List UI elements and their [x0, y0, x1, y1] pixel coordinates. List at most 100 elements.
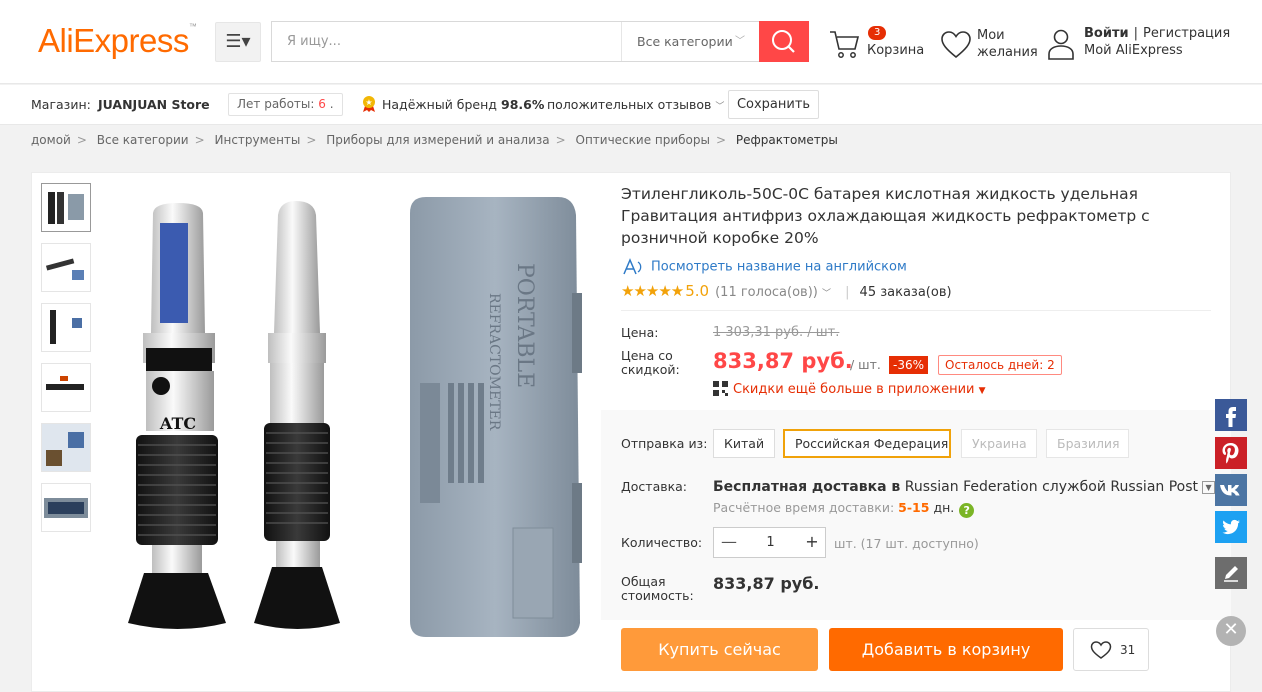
quantity-decrease-button[interactable]: — — [714, 528, 744, 557]
login-link[interactable]: Войти — [1084, 26, 1129, 41]
pinterest-icon — [1222, 443, 1239, 464]
breadcrumb-current[interactable]: Рефрактометры — [736, 133, 838, 147]
rating-row: ★★★★★ 5.0 (11 голоса(ов)) ﹀ | 45 заказа(ов) — [621, 282, 952, 300]
account-area: Войти | Регистрация Мой AliExpress — [1045, 24, 1245, 64]
store-name-link[interactable]: JUANJUAN Store — [98, 97, 210, 112]
my-aliexpress-link[interactable]: Мой AliExpress — [1084, 43, 1183, 58]
product-title: Этиленгликоль-50С-0С батарея кислотная ж… — [621, 185, 1150, 247]
pinterest-share-button[interactable] — [1215, 437, 1247, 469]
main-product-image[interactable]: ATC PORTABLE REFRACTOMETER — [108, 183, 598, 653]
thumbnail[interactable] — [41, 303, 91, 352]
breadcrumb-item[interactable]: Приборы для измерений и анализа — [326, 133, 549, 147]
ship-from-option-china[interactable]: Китай — [713, 429, 776, 458]
wishlist-label-1: Мои — [977, 28, 1005, 43]
translate-icon — [623, 258, 642, 275]
breadcrumb: домой > Все категории > Инструменты > Прибо… — [31, 133, 838, 147]
thumbnail[interactable] — [41, 183, 91, 232]
price-label: Цена: — [621, 325, 659, 340]
cart-label: Корзина — [867, 43, 925, 58]
positive-feedback-label[interactable]: положительных отзывов ﹀ — [547, 97, 724, 112]
price-unit: / шт. — [850, 357, 881, 372]
aliexpress-logo[interactable]: AliExpress™ — [38, 22, 197, 60]
ship-from-option-russia[interactable]: Российская Федерация — [783, 429, 951, 458]
add-to-cart-button[interactable]: Добавить в корзину — [829, 628, 1063, 671]
heart-icon — [941, 31, 971, 59]
case-text-refractometer: REFRACTOMETER — [486, 293, 502, 431]
delivery-time-label: Расчётное время доставки: — [713, 500, 895, 515]
delivery-dropdown-toggle[interactable]: ▼ — [1202, 481, 1216, 494]
ship-from-option-ukraine[interactable]: Украина — [961, 429, 1037, 458]
app-discount-link[interactable]: Скидки ещё больше в приложении ▼ — [713, 381, 986, 397]
thumbnail[interactable] — [41, 243, 91, 292]
twitter-share-button[interactable] — [1215, 511, 1247, 543]
heart-icon — [1090, 641, 1112, 659]
feedback-button[interactable] — [1215, 557, 1247, 589]
register-link[interactable]: Регистрация — [1143, 26, 1230, 41]
quantity-label: Количество: — [621, 535, 703, 550]
breadcrumb-separator: > — [306, 133, 317, 147]
ship-from-label: Отправка из: — [621, 436, 708, 451]
thumbnail[interactable] — [41, 423, 91, 472]
save-store-button[interactable]: Сохранить — [728, 90, 819, 119]
search-input[interactable] — [272, 22, 620, 61]
breadcrumb-item[interactable]: Оптические приборы — [576, 133, 711, 147]
store-years-label: Лет работы: — [237, 97, 315, 111]
store-years-value: 6 — [318, 97, 326, 111]
rating-divider: | — [845, 285, 850, 300]
total-price: 833,87 руб. — [713, 574, 820, 593]
medal-icon: ★ — [361, 95, 377, 117]
app-discount-label: Скидки ещё больше в приложении — [733, 382, 975, 397]
wishlist-link[interactable]: Мои желания — [940, 24, 1040, 64]
add-to-wishlist-button[interactable]: 31 — [1073, 628, 1149, 671]
quantity-available: шт. (17 шт. доступно) — [834, 536, 979, 551]
cart-link[interactable]: 3 Корзина — [828, 24, 925, 64]
quantity-stepper: — 1 + — [713, 527, 826, 558]
ship-from-option-brazil[interactable]: Бразилия — [1046, 429, 1129, 458]
view-english-title-link[interactable]: Посмотреть название на английском — [621, 258, 907, 276]
search-category-select[interactable]: Все категории ﹀ — [621, 22, 761, 61]
trusted-brand-label: Надёжный бренд — [382, 97, 497, 112]
breadcrumb-item[interactable]: домой — [31, 133, 71, 147]
breadcrumb-separator: > — [76, 133, 87, 147]
quantity-increase-button[interactable]: + — [797, 528, 827, 557]
store-years-badge: Лет работы: 6 . — [228, 93, 343, 116]
delivery-country: Russian Federation — [904, 479, 1038, 495]
store-label: Магазин: — [31, 97, 91, 112]
breadcrumb-item[interactable]: Все категории — [97, 133, 189, 147]
chevron-down-icon: ﹀ — [735, 36, 745, 47]
total-label-1: Общая — [621, 574, 666, 589]
thumbnail[interactable] — [41, 363, 91, 412]
delivery-info: Бесплатная доставка в Russian Federation… — [713, 479, 1216, 495]
close-icon[interactable]: ✕ — [1216, 616, 1246, 646]
cart-icon — [830, 31, 860, 58]
pencil-icon — [1224, 566, 1238, 582]
search-category-label: Все категории — [637, 34, 733, 49]
divider — [621, 310, 1211, 311]
help-icon[interactable]: ? — [959, 503, 975, 518]
twitter-icon — [1222, 519, 1240, 535]
quantity-value[interactable]: 1 — [744, 528, 797, 557]
breadcrumb-item[interactable]: Инструменты — [215, 133, 301, 147]
facebook-icon — [1226, 407, 1236, 427]
user-icon — [1048, 29, 1074, 60]
categories-menu-button[interactable]: ☰▾ — [215, 22, 261, 62]
rating-stars: ★★★★★ — [621, 282, 684, 300]
orders-count: 45 заказа(ов) — [859, 285, 952, 300]
rating-score: 5.0 — [685, 282, 710, 300]
delivery-carrier: Russian Post — [1110, 479, 1199, 495]
account-separator: | — [1133, 26, 1138, 41]
facebook-share-button[interactable] — [1215, 399, 1247, 431]
delivery-free: Бесплатная доставка в — [713, 479, 901, 495]
delivery-label: Доставка: — [621, 479, 688, 494]
buy-now-button[interactable]: Купить сейчас — [621, 628, 818, 671]
total-label-2: стоимость: — [621, 588, 694, 603]
search-box: Все категории﹀ — [271, 21, 761, 62]
vk-share-button[interactable] — [1215, 474, 1247, 506]
atc-label: ATC — [159, 414, 196, 433]
search-button[interactable] — [759, 21, 809, 62]
view-english-label: Посмотреть название на английском — [651, 259, 907, 275]
votes-link[interactable]: (11 голоса(ов)) ﹀ — [715, 285, 831, 300]
thumbnail[interactable] — [41, 483, 91, 532]
cart-count-badge: 3 — [868, 26, 887, 40]
breadcrumb-separator: > — [555, 133, 566, 147]
